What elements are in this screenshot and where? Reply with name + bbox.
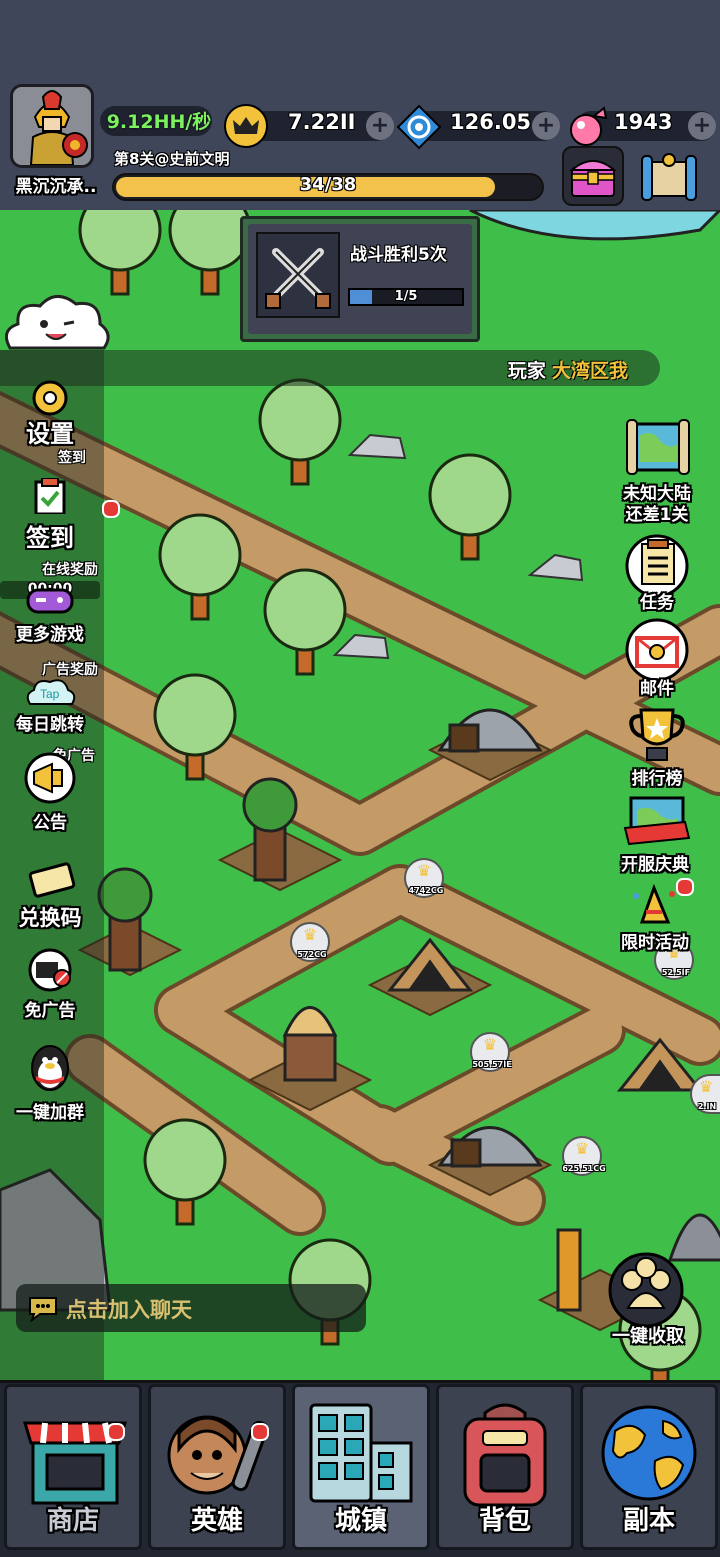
quest-title: 战斗胜利5次 bbox=[350, 245, 447, 265]
player-name: 黑沉沉承.. bbox=[15, 177, 97, 197]
backpack-icon bbox=[463, 1403, 547, 1507]
notification-dot bbox=[251, 1423, 269, 1441]
tasks-button[interactable]: 任务 bbox=[602, 534, 712, 613]
celebration-banner-icon bbox=[623, 796, 691, 846]
cloud-mascot-icon[interactable] bbox=[0, 290, 114, 354]
crossed-swords-icon bbox=[256, 232, 340, 318]
nav-backpack[interactable]: 背包 bbox=[436, 1384, 574, 1550]
nav-shop[interactable]: 商店 bbox=[4, 1384, 142, 1550]
limited-event-button[interactable]: 限时活动 bbox=[600, 883, 710, 953]
globe-icon bbox=[601, 1405, 697, 1501]
spartan-warrior-icon bbox=[13, 87, 91, 165]
map-scroll-icon bbox=[641, 153, 697, 201]
add-gem-button[interactable]: + bbox=[532, 112, 560, 140]
checkin-button[interactable]: 签到 在线奖励 00:00 bbox=[0, 477, 100, 599]
treasure-chest-button[interactable] bbox=[562, 146, 624, 206]
world-map-button[interactable] bbox=[636, 146, 702, 206]
add-candy-button[interactable]: + bbox=[688, 112, 716, 140]
spiral-gem-icon bbox=[396, 104, 442, 150]
gem-amount: 126.05 bbox=[450, 110, 532, 134]
more-games-button[interactable]: 更多游戏 广告奖励 bbox=[0, 586, 100, 679]
nav-heroes[interactable]: 英雄 bbox=[148, 1384, 286, 1550]
city-buildings-icon bbox=[309, 1403, 413, 1503]
crown-icon: ♛ bbox=[302, 925, 318, 944]
notification-dot bbox=[102, 500, 120, 518]
unknown-continent-button[interactable]: 未知大陆 还差1关 bbox=[602, 414, 712, 526]
crown-icon: ♛ bbox=[698, 1077, 714, 1096]
notification-dot bbox=[676, 878, 694, 896]
treasure-chest-icon bbox=[569, 160, 617, 197]
trophy-icon bbox=[629, 708, 685, 761]
ticker-prefix: 玩家 bbox=[507, 360, 546, 382]
caveman-hero-icon bbox=[167, 1415, 269, 1495]
ticket-icon bbox=[28, 862, 76, 898]
mail-button[interactable]: 邮件 bbox=[602, 618, 712, 699]
shop-icon bbox=[22, 1421, 128, 1505]
redeem-code-button[interactable]: 兑换码 bbox=[0, 862, 100, 932]
gear-icon bbox=[32, 380, 68, 416]
map-badge[interactable]: ♛ 625.51CG bbox=[562, 1136, 606, 1176]
notification-dot bbox=[107, 1423, 125, 1441]
join-chat-label: 点击加入聊天 bbox=[66, 1298, 192, 1322]
clipboard-check-icon bbox=[34, 477, 66, 516]
ticker-text: 玩家 大湾区我 bbox=[508, 356, 628, 383]
server-celebration-button[interactable]: 开服庆典 bbox=[600, 792, 710, 875]
quest-progress-text: 1/5 bbox=[394, 289, 418, 304]
nav-town[interactable]: 城镇 bbox=[292, 1384, 430, 1550]
income-rate: 9.12HH/秒 bbox=[106, 111, 212, 133]
candy-amount: 1943 bbox=[614, 110, 673, 134]
collect-all-button[interactable]: 一键收取 bbox=[598, 1250, 698, 1347]
crown-icon: ♛ bbox=[416, 861, 432, 880]
megaphone-icon bbox=[24, 752, 76, 804]
candy-icon bbox=[564, 104, 610, 150]
map-badge[interactable]: ♛ 4742CG bbox=[404, 858, 444, 898]
gamepad-icon bbox=[26, 588, 74, 614]
join-group-button[interactable]: 一键加群 bbox=[0, 1040, 100, 1123]
level-label: 第8关@史前文明 bbox=[114, 150, 230, 168]
map-scroll-icon bbox=[626, 419, 690, 475]
map-badge[interactable]: ♛ 505.57IE bbox=[470, 1032, 512, 1072]
settings-button[interactable]: 设置 签到 bbox=[0, 376, 100, 469]
level-progress-text: 34/38 bbox=[299, 174, 357, 195]
announcement-button[interactable]: 公告 bbox=[0, 752, 100, 833]
crown-icon: ♛ bbox=[482, 1035, 498, 1054]
chat-bubble-icon bbox=[26, 1294, 60, 1323]
add-crown-button[interactable]: + bbox=[366, 112, 394, 140]
no-ads-button[interactable]: 免广告 bbox=[0, 946, 100, 1021]
ticker-player-name: 大湾区我 bbox=[551, 360, 628, 382]
map-badge[interactable]: ♛ 2.IN bbox=[690, 1074, 720, 1114]
svg-text:Tap: Tap bbox=[40, 687, 60, 701]
penguin-icon bbox=[31, 1045, 69, 1091]
crown-icon bbox=[224, 104, 268, 148]
map-badge[interactable]: ♛ 572CG bbox=[290, 922, 330, 962]
crown-amount: 7.22II bbox=[288, 110, 356, 134]
player-avatar[interactable] bbox=[10, 84, 94, 168]
tap-cloud-icon: Tap bbox=[26, 679, 76, 705]
crown-icon: ♛ bbox=[574, 1139, 590, 1158]
no-ads-icon bbox=[28, 948, 72, 992]
nav-dungeon[interactable]: 副本 bbox=[580, 1384, 718, 1550]
collect-crowns-icon bbox=[608, 1252, 684, 1328]
leaderboard-button[interactable]: 排行榜 bbox=[602, 704, 712, 789]
